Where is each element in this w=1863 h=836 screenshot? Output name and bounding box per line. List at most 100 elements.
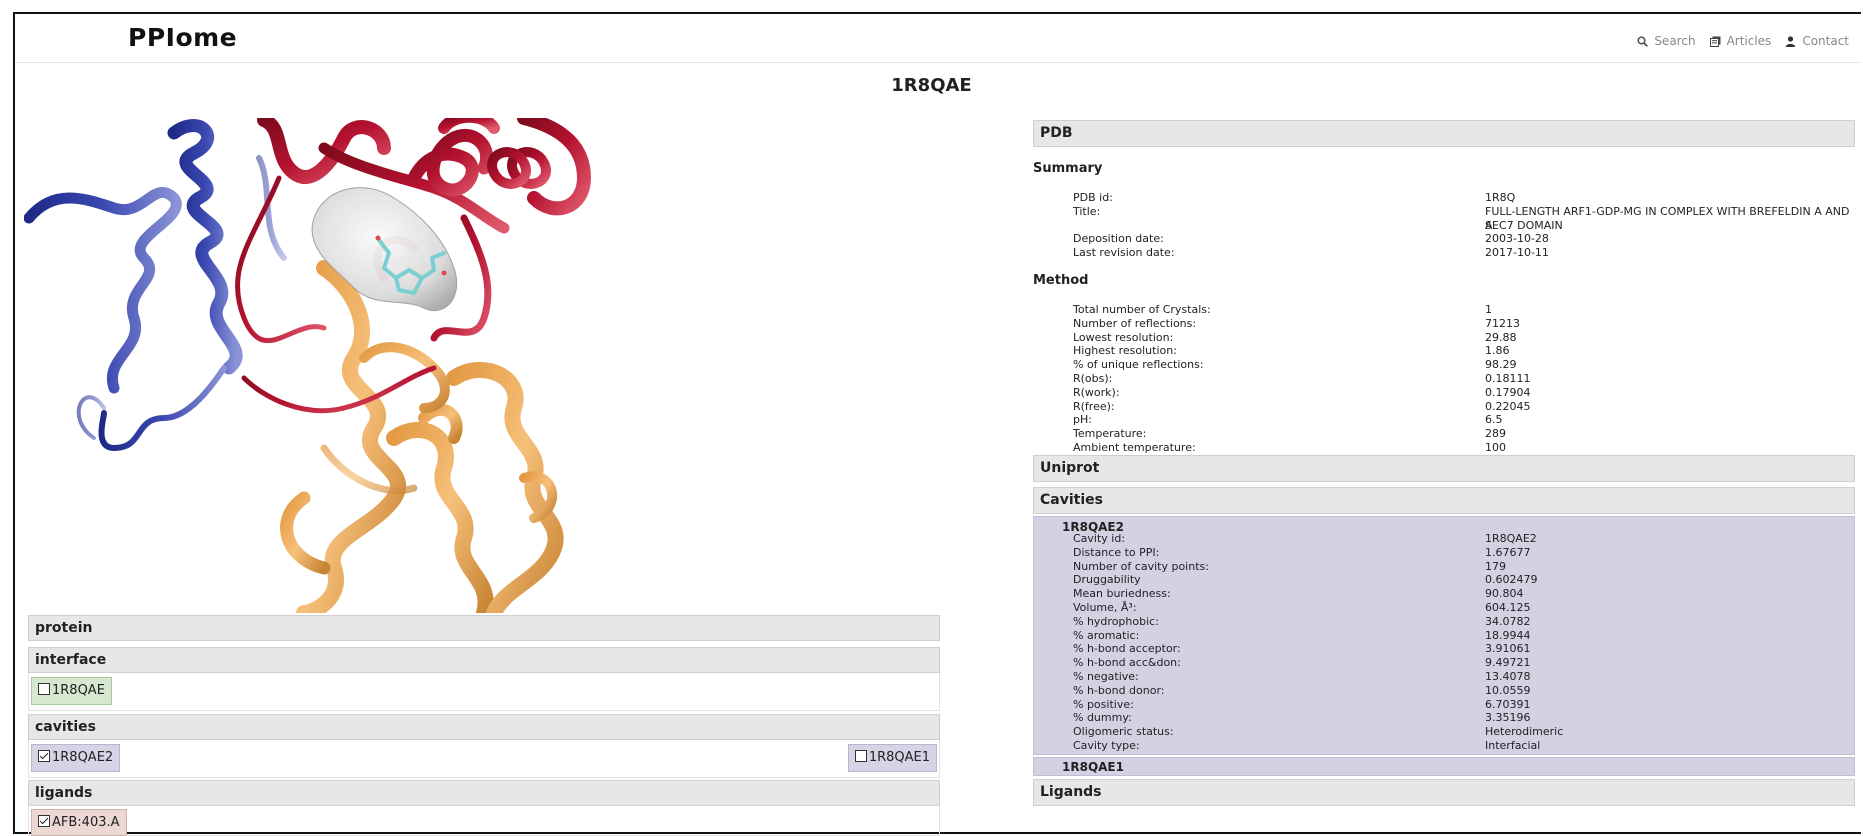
summary-key: Deposition date: xyxy=(1073,232,1164,246)
method-value: 0.17904 xyxy=(1485,385,1531,399)
cavity-key: Distance to PPI: xyxy=(1073,545,1160,559)
cavity-key: Cavity type: xyxy=(1073,738,1140,752)
method-row: Highest resolution: 1.86 xyxy=(1073,344,1853,358)
method-value: 1 xyxy=(1485,303,1492,316)
user-icon xyxy=(1786,35,1796,47)
method-key: Highest resolution: xyxy=(1073,344,1177,358)
interface-chip[interactable]: 1R8QAE xyxy=(31,677,112,705)
nav-search-label: Search xyxy=(1654,34,1696,48)
blue-chain xyxy=(24,119,287,452)
method-row: Total number of Crystals: 1 xyxy=(1073,303,1853,317)
panel-cavities-body: 1R8QAE2 1R8QAE1 xyxy=(28,740,940,778)
method-key: % of unique reflections: xyxy=(1073,358,1204,372)
cavity-key: Volume, Å³: xyxy=(1073,600,1137,614)
method-row: R(free): 0.22045 xyxy=(1073,400,1853,414)
cavity-key: Cavity id: xyxy=(1073,532,1126,545)
nav-articles-label: Articles xyxy=(1726,34,1772,48)
cavity-row: Volume, Å³: 604.125 xyxy=(1073,601,1853,615)
method-row: Lowest resolution: 29.88 xyxy=(1073,331,1853,345)
method-value: 100 xyxy=(1485,440,1506,454)
summary-value: 2003-10-28 xyxy=(1485,232,1549,246)
summary-heading: Summary xyxy=(1033,161,1103,176)
method-key: R(free): xyxy=(1073,399,1115,413)
summary-row: Title: FULL-LENGTH ARF1-GDP-MG IN COMPLEX… xyxy=(1073,204,1853,232)
cavity-value: 1.67677 xyxy=(1485,545,1531,559)
cavity-row: Number of cavity points: 179 xyxy=(1073,560,1853,574)
cavity-name[interactable]: 1R8QAE1 xyxy=(1062,760,1124,774)
method-key: pH: xyxy=(1073,413,1092,427)
summary-key: Title: xyxy=(1073,204,1101,218)
method-value: 6.5 xyxy=(1485,413,1503,427)
cavity-chip-label: 1R8QAE2 xyxy=(52,750,114,765)
top-navbar: PPIome Search Articles Contact xyxy=(15,14,1861,63)
panel-ligands-header[interactable]: ligands xyxy=(28,780,940,806)
method-key: R(obs): xyxy=(1073,371,1113,385)
summary-value: 2017-10-11 xyxy=(1485,246,1549,260)
nav-contact-link[interactable]: Contact xyxy=(1785,34,1849,48)
panel-cavities-header[interactable]: cavities xyxy=(28,714,940,740)
cavity-value: 0.602479 xyxy=(1485,573,1538,587)
summary-table: PDB id: 1R8Q Title: FULL-LENGTH ARF1-GDP-M… xyxy=(1073,191,1853,260)
protein-structure-render xyxy=(24,118,592,613)
cavity-row: % aromatic: 18.9944 xyxy=(1073,629,1853,643)
cavity-value: Heterodimeric xyxy=(1485,725,1564,739)
cavity-value: 6.70391 xyxy=(1485,697,1531,711)
nav-search-link[interactable]: Search xyxy=(1637,34,1696,48)
section-pdb-header[interactable]: PDB xyxy=(1033,120,1855,147)
cavity-key: Druggability xyxy=(1073,573,1141,587)
cavity-checkbox[interactable] xyxy=(854,750,867,762)
ligand-checkbox-checked[interactable] xyxy=(38,815,50,827)
method-row: % of unique reflections: 98.29 xyxy=(1073,358,1853,372)
cavity-value: 34.0782 xyxy=(1485,614,1531,628)
method-table: Total number of Crystals: 1 Number of ref… xyxy=(1073,303,1853,455)
cavity-chip-label: 1R8QAE1 xyxy=(868,750,930,765)
cavity-row: Mean buriedness: 90.804 xyxy=(1073,587,1853,601)
method-row: Number of reflections: 71213 xyxy=(1073,317,1853,331)
summary-key: PDB id: xyxy=(1073,191,1113,204)
interface-checkbox[interactable] xyxy=(38,683,50,695)
panel-interface-header[interactable]: interface xyxy=(28,647,940,673)
summary-row: Deposition date: 2003-10-28 xyxy=(1073,232,1853,246)
summary-value: 1R8Q xyxy=(1485,191,1516,204)
cavity-chip[interactable]: 1R8QAE1 xyxy=(847,744,937,772)
method-row: Ambient temperature: 100 xyxy=(1073,441,1853,455)
section-uniprot-header[interactable]: Uniprot xyxy=(1033,455,1855,482)
cavity-value: 13.4078 xyxy=(1485,669,1531,683)
cavity-value: 18.9944 xyxy=(1485,628,1531,642)
cavity-row: Cavity type: Interfacial xyxy=(1073,739,1853,753)
panel-protein-header[interactable]: protein xyxy=(28,615,940,641)
section-cavities-header[interactable]: Cavities xyxy=(1033,487,1855,514)
method-row: R(obs): 0.18111 xyxy=(1073,372,1853,386)
cavity-chip[interactable]: 1R8QAE2 xyxy=(31,744,121,772)
ligand-chip-label: AFB:403.A xyxy=(52,815,120,830)
cavity-row: Cavity id: 1R8QAE2 xyxy=(1073,532,1853,546)
nav-articles-link[interactable]: Articles xyxy=(1709,34,1772,48)
molecule-viewer[interactable] xyxy=(24,118,969,613)
method-value: 29.88 xyxy=(1485,330,1517,344)
cavity-key: Oligomeric status: xyxy=(1073,725,1174,739)
method-row: Temperature: 289 xyxy=(1073,427,1853,441)
cavity-key: % positive: xyxy=(1073,697,1134,711)
cavity-checkbox-checked[interactable] xyxy=(38,750,50,762)
method-value: 0.18111 xyxy=(1485,371,1531,385)
cavity-row: Oligomeric status: Heterodimeric xyxy=(1073,725,1853,739)
cavity-value: 3.35196 xyxy=(1485,711,1531,725)
method-row: pH: 6.5 xyxy=(1073,413,1853,427)
interface-chip-label: 1R8QAE xyxy=(52,683,105,698)
summary-key xyxy=(1073,219,1485,233)
ligand-chip[interactable]: AFB:403.A xyxy=(31,809,127,836)
summary-row: PDB id: 1R8Q xyxy=(1073,191,1853,205)
search-icon xyxy=(1637,35,1649,47)
cavity-row: % h-bond acceptor: 3.91061 xyxy=(1073,642,1853,656)
cavity-collapsed-block[interactable]: 1R8QAE1 xyxy=(1033,757,1855,776)
method-value: 98.29 xyxy=(1485,358,1517,372)
method-row: R(work): 0.17904 xyxy=(1073,386,1853,400)
cavity-row: % h-bond donor: 10.0559 xyxy=(1073,684,1853,698)
section-ligands-header[interactable]: Ligands xyxy=(1033,779,1855,806)
panel-ligands-body: AFB:403.A xyxy=(28,806,940,836)
cavity-value: 9.49721 xyxy=(1485,656,1531,670)
summary-key: Last revision date: xyxy=(1073,246,1175,260)
brand-logo[interactable]: PPIome xyxy=(128,23,237,52)
orange-chain xyxy=(280,260,564,613)
method-value: 0.22045 xyxy=(1485,399,1531,413)
